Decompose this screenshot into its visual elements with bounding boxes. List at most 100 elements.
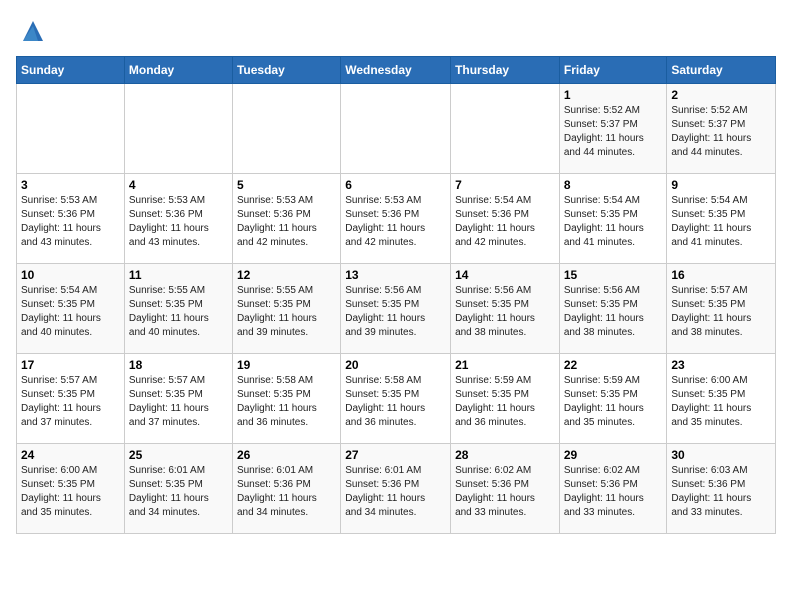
- calendar-week: 24 Sunrise: 6:00 AM Sunset: 5:35 PM Dayli…: [17, 444, 776, 534]
- day-number: 4: [129, 178, 228, 192]
- day-info: Sunrise: 5:53 AM Sunset: 5:36 PM Dayligh…: [237, 194, 336, 250]
- day-number: 25: [129, 448, 228, 462]
- day-info: Sunrise: 5:54 AM Sunset: 5:36 PM Dayligh…: [455, 194, 555, 250]
- calendar-week: 3 Sunrise: 5:53 AM Sunset: 5:36 PM Daylig…: [17, 174, 776, 264]
- day-number: 18: [129, 358, 228, 372]
- calendar-cell: 20 Sunrise: 5:58 AM Sunset: 5:35 PM Dayli…: [341, 354, 451, 444]
- day-number: 14: [455, 268, 555, 282]
- calendar-cell: 18 Sunrise: 5:57 AM Sunset: 5:35 PM Dayli…: [124, 354, 232, 444]
- day-number: 19: [237, 358, 336, 372]
- day-info: Sunrise: 6:02 AM Sunset: 5:36 PM Dayligh…: [455, 464, 555, 520]
- day-number: 8: [564, 178, 663, 192]
- calendar-cell: 26 Sunrise: 6:01 AM Sunset: 5:36 PM Dayli…: [232, 444, 340, 534]
- calendar-cell: 6 Sunrise: 5:53 AM Sunset: 5:36 PM Daylig…: [341, 174, 451, 264]
- day-info: Sunrise: 5:58 AM Sunset: 5:35 PM Dayligh…: [345, 374, 446, 430]
- calendar-cell: 25 Sunrise: 6:01 AM Sunset: 5:35 PM Dayli…: [124, 444, 232, 534]
- day-number: 3: [21, 178, 120, 192]
- day-info: Sunrise: 5:54 AM Sunset: 5:35 PM Dayligh…: [21, 284, 120, 340]
- day-number: 20: [345, 358, 446, 372]
- logo-icon: [18, 16, 48, 46]
- calendar-cell: 27 Sunrise: 6:01 AM Sunset: 5:36 PM Dayli…: [341, 444, 451, 534]
- day-number: 11: [129, 268, 228, 282]
- day-info: Sunrise: 6:01 AM Sunset: 5:36 PM Dayligh…: [345, 464, 446, 520]
- calendar-cell: 14 Sunrise: 5:56 AM Sunset: 5:35 PM Dayli…: [451, 264, 560, 354]
- day-number: 7: [455, 178, 555, 192]
- day-info: Sunrise: 5:58 AM Sunset: 5:35 PM Dayligh…: [237, 374, 336, 430]
- page-header: [16, 16, 776, 46]
- calendar-cell: 17 Sunrise: 5:57 AM Sunset: 5:35 PM Dayli…: [17, 354, 125, 444]
- day-info: Sunrise: 5:57 AM Sunset: 5:35 PM Dayligh…: [671, 284, 771, 340]
- weekday-header: Saturday: [667, 57, 776, 84]
- day-number: 24: [21, 448, 120, 462]
- calendar-cell: 19 Sunrise: 5:58 AM Sunset: 5:35 PM Dayli…: [232, 354, 340, 444]
- calendar-week: 1 Sunrise: 5:52 AM Sunset: 5:37 PM Daylig…: [17, 84, 776, 174]
- day-info: Sunrise: 5:54 AM Sunset: 5:35 PM Dayligh…: [671, 194, 771, 250]
- day-number: 27: [345, 448, 446, 462]
- day-number: 2: [671, 88, 771, 102]
- day-info: Sunrise: 6:00 AM Sunset: 5:35 PM Dayligh…: [21, 464, 120, 520]
- day-info: Sunrise: 6:01 AM Sunset: 5:36 PM Dayligh…: [237, 464, 336, 520]
- calendar-cell: [17, 84, 125, 174]
- day-number: 9: [671, 178, 771, 192]
- calendar-cell: 12 Sunrise: 5:55 AM Sunset: 5:35 PM Dayli…: [232, 264, 340, 354]
- weekday-header: Tuesday: [232, 57, 340, 84]
- day-number: 17: [21, 358, 120, 372]
- day-number: 26: [237, 448, 336, 462]
- day-info: Sunrise: 6:00 AM Sunset: 5:35 PM Dayligh…: [671, 374, 771, 430]
- day-info: Sunrise: 5:56 AM Sunset: 5:35 PM Dayligh…: [345, 284, 446, 340]
- calendar-cell: 7 Sunrise: 5:54 AM Sunset: 5:36 PM Daylig…: [451, 174, 560, 264]
- day-info: Sunrise: 5:57 AM Sunset: 5:35 PM Dayligh…: [21, 374, 120, 430]
- logo: [16, 16, 48, 46]
- day-number: 30: [671, 448, 771, 462]
- calendar-cell: 3 Sunrise: 5:53 AM Sunset: 5:36 PM Daylig…: [17, 174, 125, 264]
- day-number: 6: [345, 178, 446, 192]
- calendar-cell: 30 Sunrise: 6:03 AM Sunset: 5:36 PM Dayli…: [667, 444, 776, 534]
- calendar-cell: 23 Sunrise: 6:00 AM Sunset: 5:35 PM Dayli…: [667, 354, 776, 444]
- day-number: 21: [455, 358, 555, 372]
- day-number: 5: [237, 178, 336, 192]
- calendar-cell: 16 Sunrise: 5:57 AM Sunset: 5:35 PM Dayli…: [667, 264, 776, 354]
- day-info: Sunrise: 5:59 AM Sunset: 5:35 PM Dayligh…: [564, 374, 663, 430]
- day-number: 13: [345, 268, 446, 282]
- day-number: 1: [564, 88, 663, 102]
- calendar-cell: 13 Sunrise: 5:56 AM Sunset: 5:35 PM Dayli…: [341, 264, 451, 354]
- weekday-header: Wednesday: [341, 57, 451, 84]
- day-info: Sunrise: 5:54 AM Sunset: 5:35 PM Dayligh…: [564, 194, 663, 250]
- day-info: Sunrise: 5:56 AM Sunset: 5:35 PM Dayligh…: [455, 284, 555, 340]
- calendar-cell: 9 Sunrise: 5:54 AM Sunset: 5:35 PM Daylig…: [667, 174, 776, 264]
- day-info: Sunrise: 5:52 AM Sunset: 5:37 PM Dayligh…: [671, 104, 771, 160]
- day-info: Sunrise: 5:55 AM Sunset: 5:35 PM Dayligh…: [129, 284, 228, 340]
- calendar-cell: 8 Sunrise: 5:54 AM Sunset: 5:35 PM Daylig…: [559, 174, 667, 264]
- calendar-week: 17 Sunrise: 5:57 AM Sunset: 5:35 PM Dayli…: [17, 354, 776, 444]
- day-info: Sunrise: 5:52 AM Sunset: 5:37 PM Dayligh…: [564, 104, 663, 160]
- calendar-cell: 4Sunrise: 5:53 AM Sunset: 5:36 PM Daylig…: [124, 174, 232, 264]
- day-info: Sunrise: 5:53 AM Sunset: 5:36 PM Dayligh…: [21, 194, 120, 250]
- day-number: 10: [21, 268, 120, 282]
- day-info: Sunrise: 5:55 AM Sunset: 5:35 PM Dayligh…: [237, 284, 336, 340]
- day-number: 15: [564, 268, 663, 282]
- day-number: 16: [671, 268, 771, 282]
- weekday-header: Friday: [559, 57, 667, 84]
- calendar-cell: 24 Sunrise: 6:00 AM Sunset: 5:35 PM Dayli…: [17, 444, 125, 534]
- day-number: 12: [237, 268, 336, 282]
- day-number: 28: [455, 448, 555, 462]
- calendar-cell: 2 Sunrise: 5:52 AM Sunset: 5:37 PM Daylig…: [667, 84, 776, 174]
- calendar-header: SundayMondayTuesdayWednesdayThursdayFrid…: [17, 57, 776, 84]
- day-number: 29: [564, 448, 663, 462]
- day-number: 23: [671, 358, 771, 372]
- calendar-cell: 21Sunrise: 5:59 AM Sunset: 5:35 PM Dayli…: [451, 354, 560, 444]
- weekday-header: Thursday: [451, 57, 560, 84]
- day-info: Sunrise: 5:53 AM Sunset: 5:36 PM Dayligh…: [345, 194, 446, 250]
- day-info: Sunrise: 5:57 AM Sunset: 5:35 PM Dayligh…: [129, 374, 228, 430]
- calendar-cell: [232, 84, 340, 174]
- calendar-cell: [341, 84, 451, 174]
- day-info: Sunrise: 6:01 AM Sunset: 5:35 PM Dayligh…: [129, 464, 228, 520]
- calendar-cell: 15Sunrise: 5:56 AM Sunset: 5:35 PM Dayli…: [559, 264, 667, 354]
- calendar-cell: 29 Sunrise: 6:02 AM Sunset: 5:36 PM Dayli…: [559, 444, 667, 534]
- calendar-cell: [124, 84, 232, 174]
- calendar-cell: [451, 84, 560, 174]
- day-info: Sunrise: 6:03 AM Sunset: 5:36 PM Dayligh…: [671, 464, 771, 520]
- day-info: Sunrise: 6:02 AM Sunset: 5:36 PM Dayligh…: [564, 464, 663, 520]
- day-number: 22: [564, 358, 663, 372]
- calendar-cell: 5 Sunrise: 5:53 AM Sunset: 5:36 PM Daylig…: [232, 174, 340, 264]
